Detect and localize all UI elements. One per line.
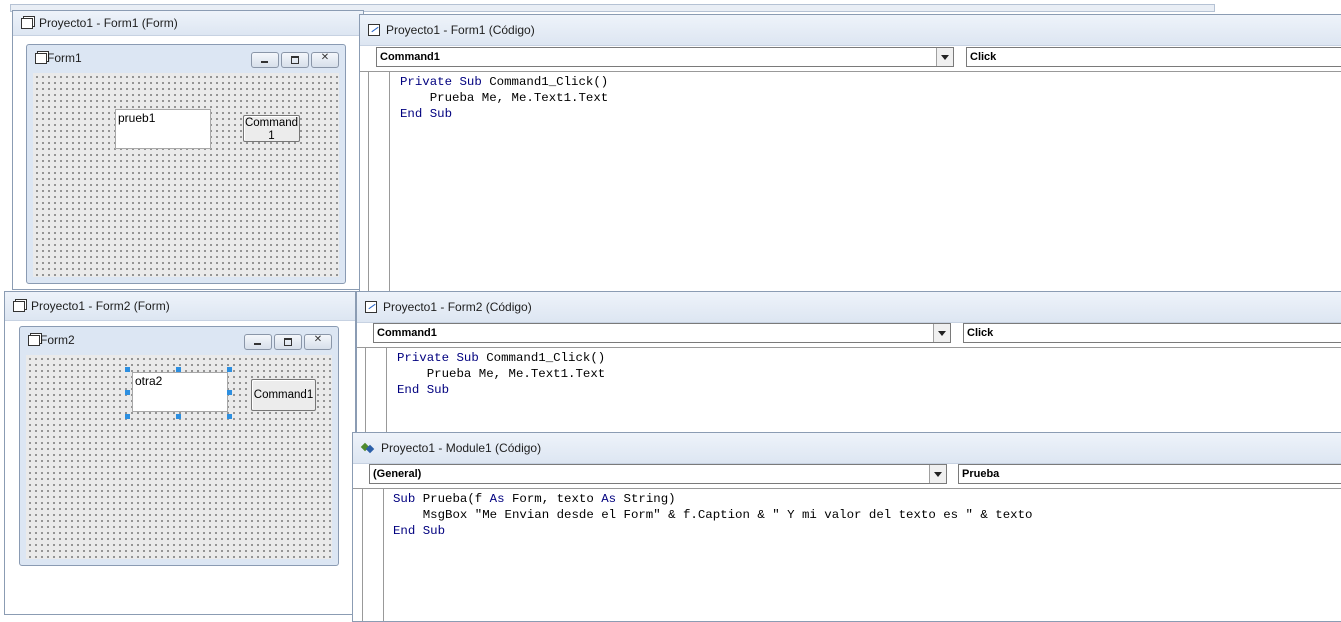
code-token: Command1_Click() [478, 351, 606, 365]
window-title: Proyecto1 - Form1 (Form) [39, 16, 178, 30]
chevron-down-icon[interactable] [929, 465, 946, 483]
code-editor[interactable]: Private Sub Command1_Click() Prueba Me, … [357, 347, 1341, 435]
form2-designer-window[interactable]: Proyecto1 - Form2 (Form) Form2 otra2 Com… [4, 291, 356, 615]
selection-handle[interactable] [125, 367, 130, 372]
selection-handle[interactable] [227, 414, 232, 419]
form2-window-controls [244, 334, 332, 350]
code-keyword: Sub [393, 492, 416, 506]
object-combo-value: Command1 [380, 51, 440, 63]
code-keyword: Private Sub [400, 75, 482, 89]
form1-window[interactable]: Form1 prueb1 Command 1 [26, 44, 346, 284]
selection-handle[interactable] [125, 414, 130, 419]
form1-code-titlebar[interactable]: Proyecto1 - Form1 (Código) [360, 15, 1341, 46]
form-caption: Form1 [47, 51, 82, 65]
code-line: Prueba Me, Me.Text1.Text [397, 367, 606, 381]
selection-handle[interactable] [227, 390, 232, 395]
code-editor[interactable]: Sub Prueba(f As Form, texto As String) M… [353, 488, 1341, 621]
form2-designer-titlebar[interactable]: Proyecto1 - Form2 (Form) [5, 292, 355, 321]
procedure-combo[interactable]: Click [966, 47, 1341, 67]
procedure-combo[interactable]: Click [963, 323, 1341, 343]
button-label-line2: 1 [268, 130, 275, 142]
module-icon [361, 442, 375, 454]
code-line: MsgBox "Me Envian desde el Form" & f.Cap… [393, 508, 1033, 522]
window-title: Proyecto1 - Form2 (Form) [31, 299, 170, 313]
minimize-icon[interactable] [251, 52, 279, 68]
code-keyword: As [489, 492, 505, 506]
code-window-icon [365, 301, 377, 313]
procedure-combo-value: Prueba [962, 468, 1000, 480]
selection-handle[interactable] [125, 390, 130, 395]
object-combo-value: Command1 [377, 327, 437, 339]
code-token: Form, texto [504, 492, 602, 506]
code-token: Prueba(f [415, 492, 490, 506]
module1-code-window[interactable]: Proyecto1 - Module1 (Código) (General) P… [352, 432, 1341, 622]
button-label: Command1 [253, 389, 314, 401]
form1-designer-titlebar[interactable]: Proyecto1 - Form1 (Form) [13, 11, 363, 36]
form-icon [21, 17, 33, 29]
command1-button[interactable]: Command 1 [243, 115, 300, 142]
form1-window-controls [251, 52, 339, 68]
form2-design-grid[interactable]: otra2 Command1 [26, 355, 332, 559]
code-keyword: End Sub [400, 107, 453, 121]
window-title: Proyecto1 - Form1 (Código) [386, 23, 535, 37]
module1-code-titlebar[interactable]: Proyecto1 - Module1 (Código) [353, 433, 1341, 464]
form1-designer-window[interactable]: Proyecto1 - Form1 (Form) Form1 prueb1 Co… [12, 10, 364, 290]
editor-margin [368, 72, 390, 291]
chevron-down-icon[interactable] [936, 48, 953, 66]
button-label-line1: Command [244, 117, 299, 129]
form1-design-grid[interactable]: prueb1 Command 1 [33, 73, 339, 277]
code-token: Command1_Click() [481, 75, 609, 89]
form1-code-window[interactable]: Proyecto1 - Form1 (Código) Command1 Clic… [359, 14, 1341, 292]
code-text[interactable]: Private Sub Command1_Click() Prueba Me, … [400, 74, 608, 122]
maximize-icon[interactable] [281, 52, 309, 68]
form-icon [35, 52, 47, 64]
close-icon[interactable] [311, 52, 339, 68]
code-editor[interactable]: Private Sub Command1_Click() Prueba Me, … [360, 71, 1341, 291]
code-keyword: End Sub [397, 383, 450, 397]
code-text[interactable]: Sub Prueba(f As Form, texto As String) M… [393, 491, 1032, 539]
form2-code-window[interactable]: Proyecto1 - Form2 (Código) Command1 Clic… [356, 291, 1341, 436]
procedure-combo-value: Click [970, 51, 997, 63]
command1-button[interactable]: Command1 [251, 379, 316, 411]
close-icon[interactable] [304, 334, 332, 350]
editor-margin [365, 348, 387, 435]
text1-textbox[interactable]: otra2 [132, 372, 228, 412]
text1-textbox[interactable]: prueb1 [115, 109, 211, 149]
code-token: String) [616, 492, 676, 506]
code-keyword: Private Sub [397, 351, 479, 365]
object-combo-value: (General) [373, 468, 422, 480]
object-combo[interactable]: Command1 [376, 47, 954, 67]
form-icon [28, 334, 40, 346]
procedure-combo-value: Click [967, 327, 994, 339]
code-window-icon [368, 24, 380, 36]
editor-margin [362, 489, 384, 621]
form2-code-titlebar[interactable]: Proyecto1 - Form2 (Código) [357, 292, 1341, 323]
procedure-combo[interactable]: Prueba [958, 464, 1341, 484]
code-line: Prueba Me, Me.Text1.Text [400, 91, 609, 105]
window-title: Proyecto1 - Module1 (Código) [381, 441, 542, 455]
form-caption: Form2 [40, 333, 75, 347]
object-combo[interactable]: Command1 [373, 323, 951, 343]
code-text[interactable]: Private Sub Command1_Click() Prueba Me, … [397, 350, 605, 398]
object-combo[interactable]: (General) [369, 464, 947, 484]
chevron-down-icon[interactable] [933, 324, 950, 342]
window-title: Proyecto1 - Form2 (Código) [383, 300, 532, 314]
selection-handle[interactable] [176, 414, 181, 419]
selection-handle[interactable] [176, 367, 181, 372]
code-keyword: As [601, 492, 617, 506]
form2-window[interactable]: Form2 otra2 Command1 [19, 326, 339, 566]
maximize-icon[interactable] [274, 334, 302, 350]
code-keyword: End Sub [393, 524, 446, 538]
minimize-icon[interactable] [244, 334, 272, 350]
selection-handle[interactable] [227, 367, 232, 372]
form-icon [13, 300, 25, 312]
